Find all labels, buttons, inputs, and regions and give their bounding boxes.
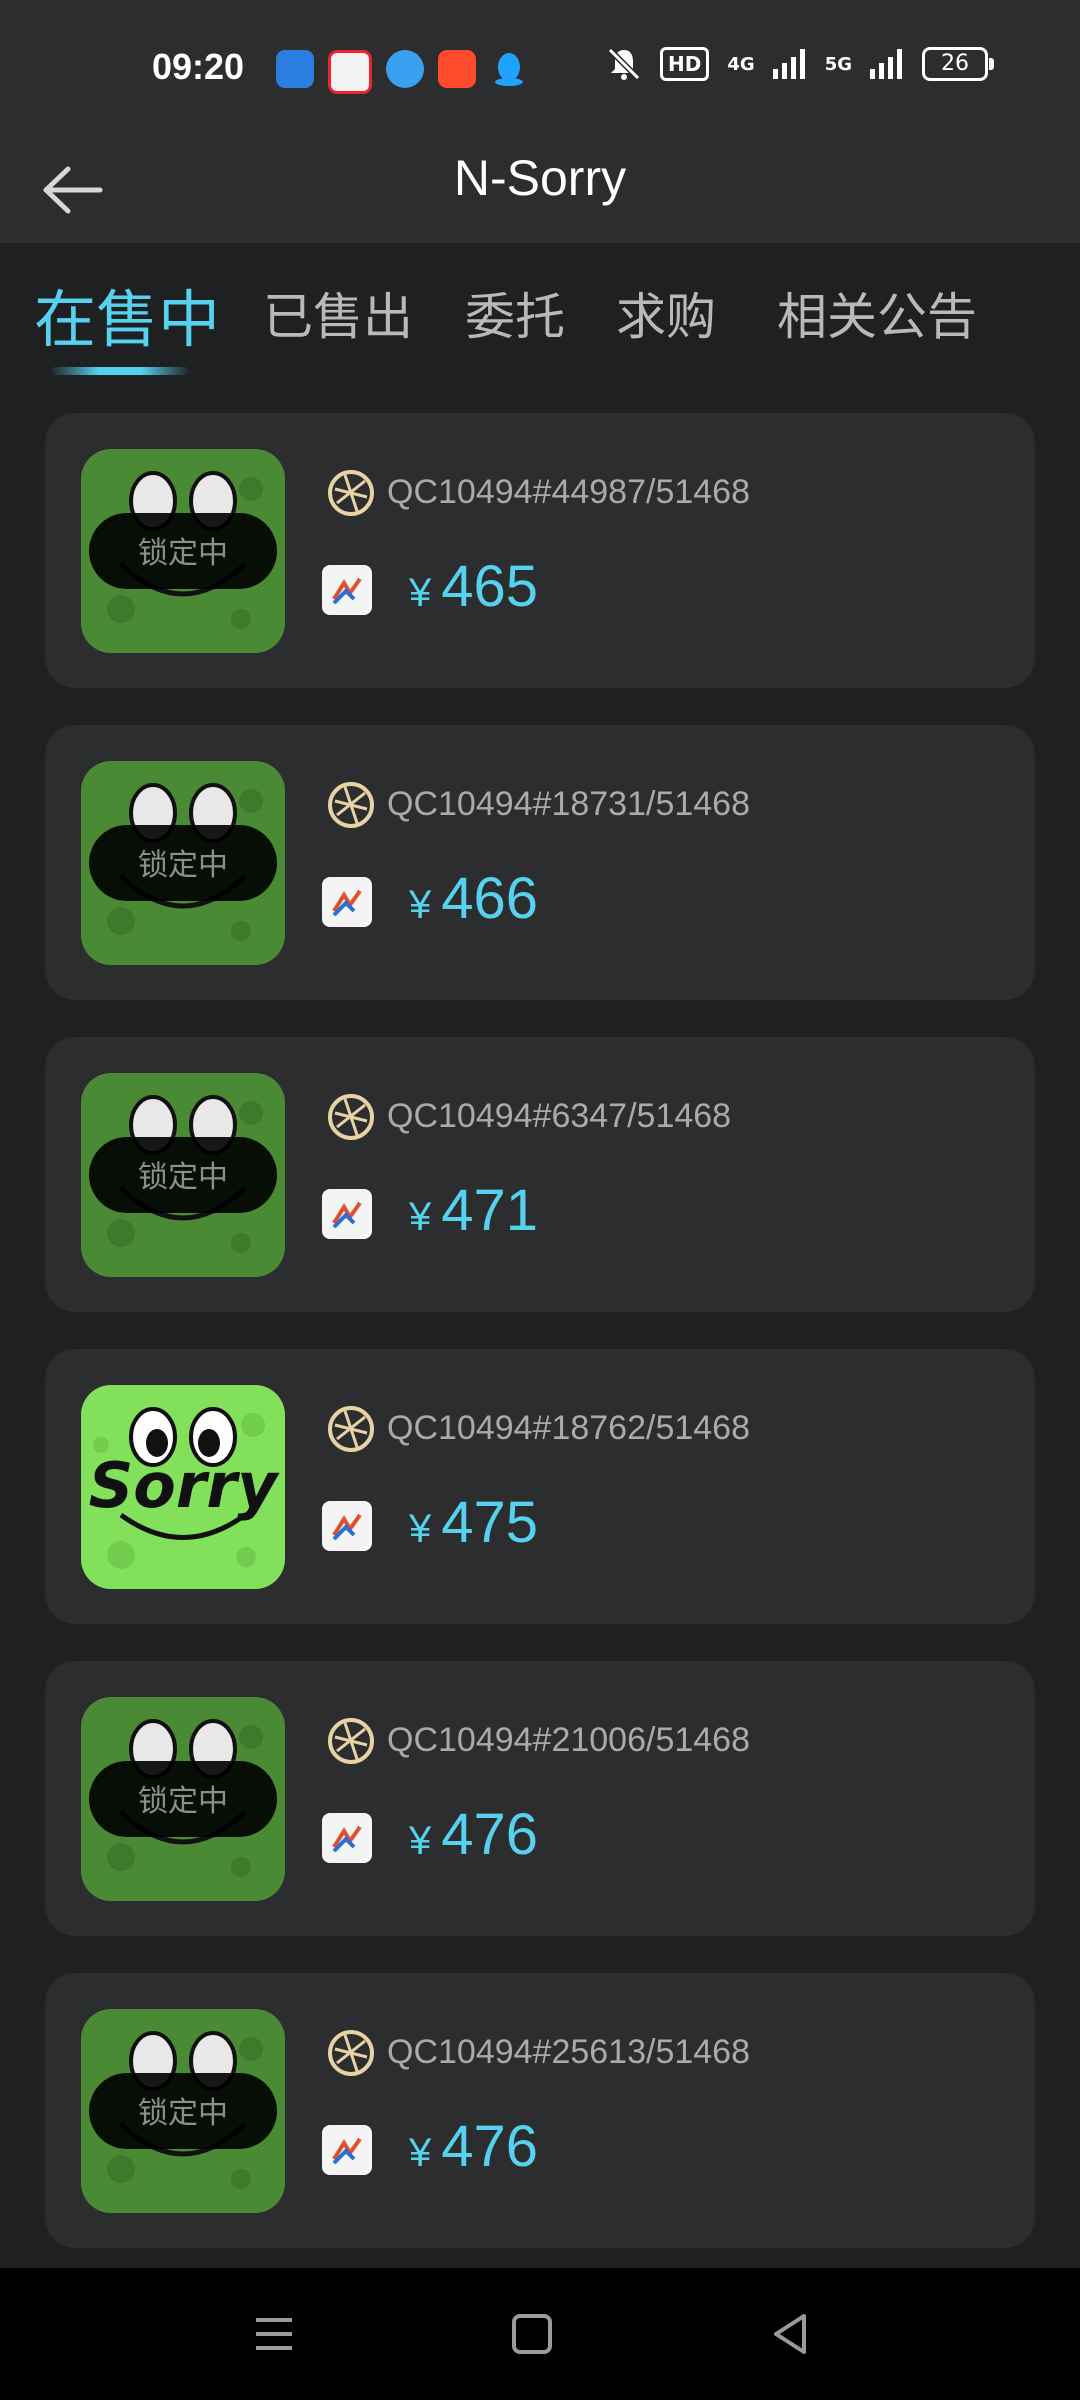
artwork-thumbnail: Sorry <box>81 1385 285 1589</box>
app-header: N-Sorry <box>0 135 1080 243</box>
signal-bars-icon <box>870 49 902 79</box>
signal-5g-label: 5G <box>824 53 852 75</box>
price: ¥471 <box>409 1178 539 1243</box>
app-notification-icon <box>386 50 424 88</box>
menu-icon[interactable] <box>246 2306 302 2362</box>
notification-icons <box>276 50 528 94</box>
status-bar: 09:20 HD 4G 5G 26 <box>0 0 1080 135</box>
app-notification-icon <box>328 50 372 94</box>
svg-text:锁定中: 锁定中 <box>138 2096 228 2131</box>
seal-icon <box>328 782 374 828</box>
listing-card[interactable]: 锁定中 QC10494#25613/51468 ¥476 <box>45 1973 1035 2248</box>
tab-bar: 在售中 已售出 委托 求购 相关公告 <box>0 243 1080 393</box>
qq-icon <box>490 50 528 88</box>
tab-sold[interactable]: 已售出 <box>263 277 413 349</box>
signal-bars-icon <box>772 49 805 79</box>
token-code: QC10494#21006/51468 <box>387 1721 750 1759</box>
seal-icon <box>328 470 374 516</box>
token-code: QC10494#18731/51468 <box>387 785 750 823</box>
tab-consignment[interactable]: 委托 <box>465 277 565 349</box>
chain-logo-icon <box>322 2125 372 2175</box>
listing-list: 锁定中 QC10494#44987/51468 ¥465 锁定中 QC10494… <box>45 413 1035 2285</box>
price: ¥475 <box>409 1490 539 1555</box>
token-code: QC10494#18762/51468 <box>387 1409 750 1447</box>
mute-bell-icon <box>607 47 641 81</box>
token-code: QC10494#6347/51468 <box>387 1097 732 1135</box>
price: ¥476 <box>409 1802 539 1867</box>
artwork-thumbnail: 锁定中 <box>81 449 285 653</box>
home-icon[interactable] <box>504 2306 560 2362</box>
tab-wanted[interactable]: 求购 <box>616 277 716 349</box>
chain-logo-icon <box>322 877 372 927</box>
svg-text:锁定中: 锁定中 <box>138 1784 228 1819</box>
chain-logo-icon <box>322 1189 372 1239</box>
video-app-icon <box>438 50 476 88</box>
listing-card[interactable]: 锁定中 QC10494#18731/51468 ¥466 <box>45 725 1035 1000</box>
token-code: QC10494#44987/51468 <box>387 473 750 511</box>
system-nav-bar <box>0 2268 1080 2400</box>
tab-announcements[interactable]: 相关公告 <box>777 277 977 349</box>
status-indicators: HD 4G 5G 26 <box>606 46 994 82</box>
listing-card[interactable]: 锁定中 QC10494#6347/51468 ¥471 <box>45 1037 1035 1312</box>
chain-logo-icon <box>322 565 372 615</box>
battery-icon: 26 <box>922 47 994 81</box>
seal-icon <box>328 2030 374 2076</box>
artwork-thumbnail: 锁定中 <box>81 1697 285 1901</box>
artwork-thumbnail: 锁定中 <box>81 761 285 965</box>
svg-text:锁定中: 锁定中 <box>138 1160 228 1195</box>
signal-4g-label: 4G <box>727 53 755 75</box>
back-triangle-icon[interactable] <box>762 2306 818 2362</box>
active-tab-indicator <box>50 367 190 375</box>
seal-icon <box>328 1718 374 1764</box>
seal-icon <box>328 1406 374 1452</box>
tab-on-sale[interactable]: 在售中 <box>34 269 220 359</box>
artwork-text: Sorry <box>89 1449 280 1522</box>
chain-logo-icon <box>322 1813 372 1863</box>
price: ¥465 <box>409 554 539 619</box>
listing-card[interactable]: Sorry QC10494#18762/51468 ¥475 <box>45 1349 1035 1624</box>
page-title: N-Sorry <box>453 150 627 206</box>
token-code: QC10494#25613/51468 <box>387 2033 750 2071</box>
listing-card[interactable]: 锁定中 QC10494#44987/51468 ¥465 <box>45 413 1035 688</box>
listing-card[interactable]: 锁定中 QC10494#21006/51468 ¥476 <box>45 1661 1035 1936</box>
svg-text:锁定中: 锁定中 <box>138 848 228 883</box>
artwork-thumbnail: 锁定中 <box>81 1073 285 1277</box>
seal-icon <box>328 1094 374 1140</box>
price: ¥466 <box>409 866 539 931</box>
status-time: 09:20 <box>152 46 245 87</box>
app-notification-icon <box>276 50 314 88</box>
svg-text:锁定中: 锁定中 <box>138 536 228 571</box>
artwork-thumbnail: 锁定中 <box>81 2009 285 2213</box>
hd-badge: HD <box>660 47 710 81</box>
price: ¥476 <box>409 2114 539 2179</box>
chain-logo-icon <box>322 1501 372 1551</box>
